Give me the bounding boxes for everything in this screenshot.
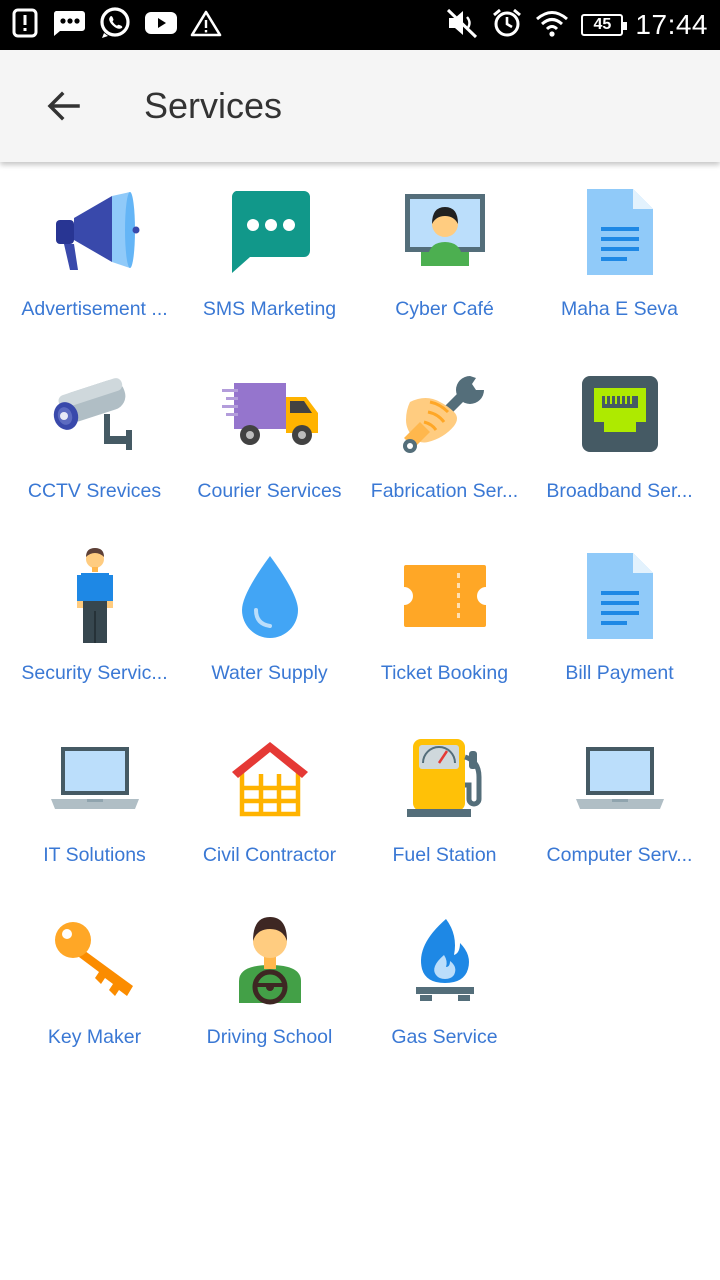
service-label: Fuel Station (392, 844, 497, 866)
laptop-icon (570, 728, 670, 828)
services-grid: Advertisement ... SMS Marketing Cyber Ca… (7, 182, 707, 1092)
delivery-truck-icon (220, 364, 320, 464)
laptop-icon (45, 728, 145, 828)
service-label: Bill Payment (565, 662, 674, 684)
service-tile[interactable]: SMS Marketing (182, 182, 357, 364)
service-tile[interactable]: Advertisement ... (7, 182, 182, 364)
service-tile[interactable]: Courier Services (182, 364, 357, 546)
monitor-person-icon (395, 182, 495, 282)
alarm-icon (491, 7, 523, 44)
house-icon (220, 728, 320, 828)
water-drop-icon (220, 546, 320, 646)
service-tile[interactable]: Water Supply (182, 546, 357, 728)
page-title: Services (144, 85, 283, 126)
key-icon (45, 910, 145, 1010)
mute-icon (445, 7, 479, 44)
document-icon (570, 182, 670, 282)
megaphone-icon (45, 182, 145, 282)
service-label: Computer Serv... (546, 844, 693, 866)
service-tile[interactable]: Driving School (182, 910, 357, 1092)
service-tile[interactable]: Key Maker (7, 910, 182, 1092)
service-label: Fabrication Ser... (370, 480, 519, 502)
cctv-camera-icon (45, 364, 145, 464)
ethernet-port-icon (570, 364, 670, 464)
service-tile[interactable]: Cyber Café (357, 182, 532, 364)
status-bar-system: 45 17:44 (433, 7, 708, 44)
service-label: Key Maker (47, 1026, 142, 1048)
service-label: Courier Services (197, 480, 342, 502)
arrow-left-icon (47, 91, 80, 121)
service-label: IT Solutions (43, 844, 146, 866)
service-tile[interactable]: Bill Payment (532, 546, 707, 728)
service-tile[interactable]: Ticket Booking (357, 546, 532, 728)
service-label: SMS Marketing (202, 298, 337, 320)
ticket-icon (395, 546, 495, 646)
service-tile[interactable]: Fuel Station (357, 728, 532, 910)
warning-icon (190, 9, 222, 42)
gas-flame-icon (395, 910, 495, 1010)
driver-icon (220, 910, 320, 1010)
hand-wrench-icon (395, 364, 495, 464)
service-label: CCTV Srevices (27, 480, 162, 502)
service-label: Civil Contractor (202, 844, 337, 866)
service-tile[interactable]: Computer Serv... (532, 728, 707, 910)
service-label: Ticket Booking (380, 662, 509, 684)
service-label: Maha E Seva (560, 298, 679, 320)
fuel-pump-icon (395, 728, 495, 828)
service-label: Water Supply (211, 662, 328, 684)
service-label: Security Servic... (21, 662, 168, 684)
service-tile[interactable]: IT Solutions (7, 728, 182, 910)
service-label: Driving School (206, 1026, 333, 1048)
whatsapp-icon (98, 6, 132, 45)
document-icon (570, 546, 670, 646)
message-dots-icon (50, 9, 86, 42)
service-tile[interactable]: Maha E Seva (532, 182, 707, 364)
chat-bubble-icon (220, 182, 320, 282)
person-standing-icon (45, 546, 145, 646)
service-label: Cyber Café (395, 298, 494, 320)
youtube-icon (144, 10, 178, 41)
clock: 17:44 (635, 9, 708, 40)
service-tile[interactable]: Security Servic... (7, 546, 182, 728)
alert-box-icon (12, 8, 38, 43)
battery-level: 45 (593, 16, 612, 33)
app-toolbar: Services (0, 50, 720, 162)
wifi-icon (535, 9, 569, 42)
back-button[interactable] (36, 78, 92, 134)
service-tile[interactable]: Gas Service (357, 910, 532, 1092)
status-bar-notifications (12, 6, 234, 45)
service-label: Gas Service (391, 1026, 498, 1048)
service-tile[interactable]: Broadband Ser... (532, 364, 707, 546)
service-label: Broadband Ser... (546, 480, 693, 502)
service-tile[interactable]: Fabrication Ser... (357, 364, 532, 546)
status-bar: 45 17:44 (0, 0, 720, 50)
battery-icon: 45 (581, 14, 628, 36)
service-label: Advertisement ... (21, 298, 168, 320)
service-tile[interactable]: CCTV Srevices (7, 364, 182, 546)
service-tile[interactable]: Civil Contractor (182, 728, 357, 910)
